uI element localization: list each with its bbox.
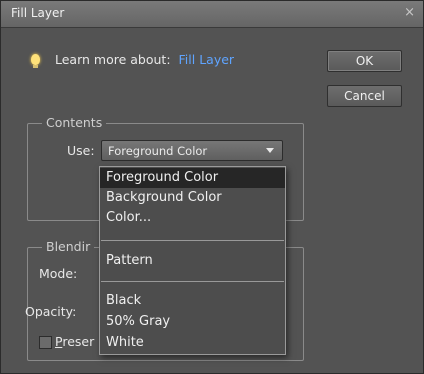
close-icon[interactable]: × (404, 5, 415, 20)
dialog-title: Fill Layer (11, 6, 65, 20)
title-bar[interactable]: Fill Layer × (1, 1, 423, 28)
menu-item-black[interactable]: Black (100, 291, 285, 311)
ok-button[interactable]: OK (327, 50, 402, 72)
menu-item-background-color[interactable]: Background Color (100, 188, 285, 208)
menu-item-foreground-color[interactable]: Foreground Color (100, 168, 285, 188)
lightbulb-icon (31, 54, 40, 65)
menu-separator (101, 281, 284, 282)
menu-item-color[interactable]: Color... (100, 208, 285, 228)
learn-more-hint: Learn more about: Fill Layer (55, 52, 234, 67)
opacity-label: Opacity: (25, 304, 77, 319)
use-label: Use: (67, 143, 95, 158)
mode-label: Mode: (39, 266, 78, 281)
use-select[interactable]: Foreground Color (101, 140, 283, 161)
blending-group-label: Blendir (42, 239, 95, 254)
menu-item-white[interactable]: White (100, 333, 285, 353)
menu-separator (101, 240, 284, 241)
preserve-transparency-label: Preser (55, 334, 94, 349)
learn-more-label: Learn more about: (55, 52, 171, 67)
contents-group-label: Contents (42, 115, 107, 130)
cancel-button[interactable]: Cancel (327, 85, 402, 107)
learn-more-link[interactable]: Fill Layer (179, 52, 235, 67)
fill-layer-dialog: Fill Layer × Learn more about: Fill Laye… (0, 0, 424, 374)
use-select-value: Foreground Color (108, 144, 208, 158)
use-dropdown-menu: Foreground Color Background Color Color.… (99, 166, 286, 355)
chevron-down-icon (266, 148, 274, 153)
menu-item-50-gray[interactable]: 50% Gray (100, 312, 285, 332)
preserve-transparency-checkbox[interactable] (39, 336, 52, 349)
preserve-label-rest: reser (62, 334, 95, 349)
menu-item-pattern[interactable]: Pattern (100, 251, 285, 271)
lightbulb-base (33, 65, 38, 68)
